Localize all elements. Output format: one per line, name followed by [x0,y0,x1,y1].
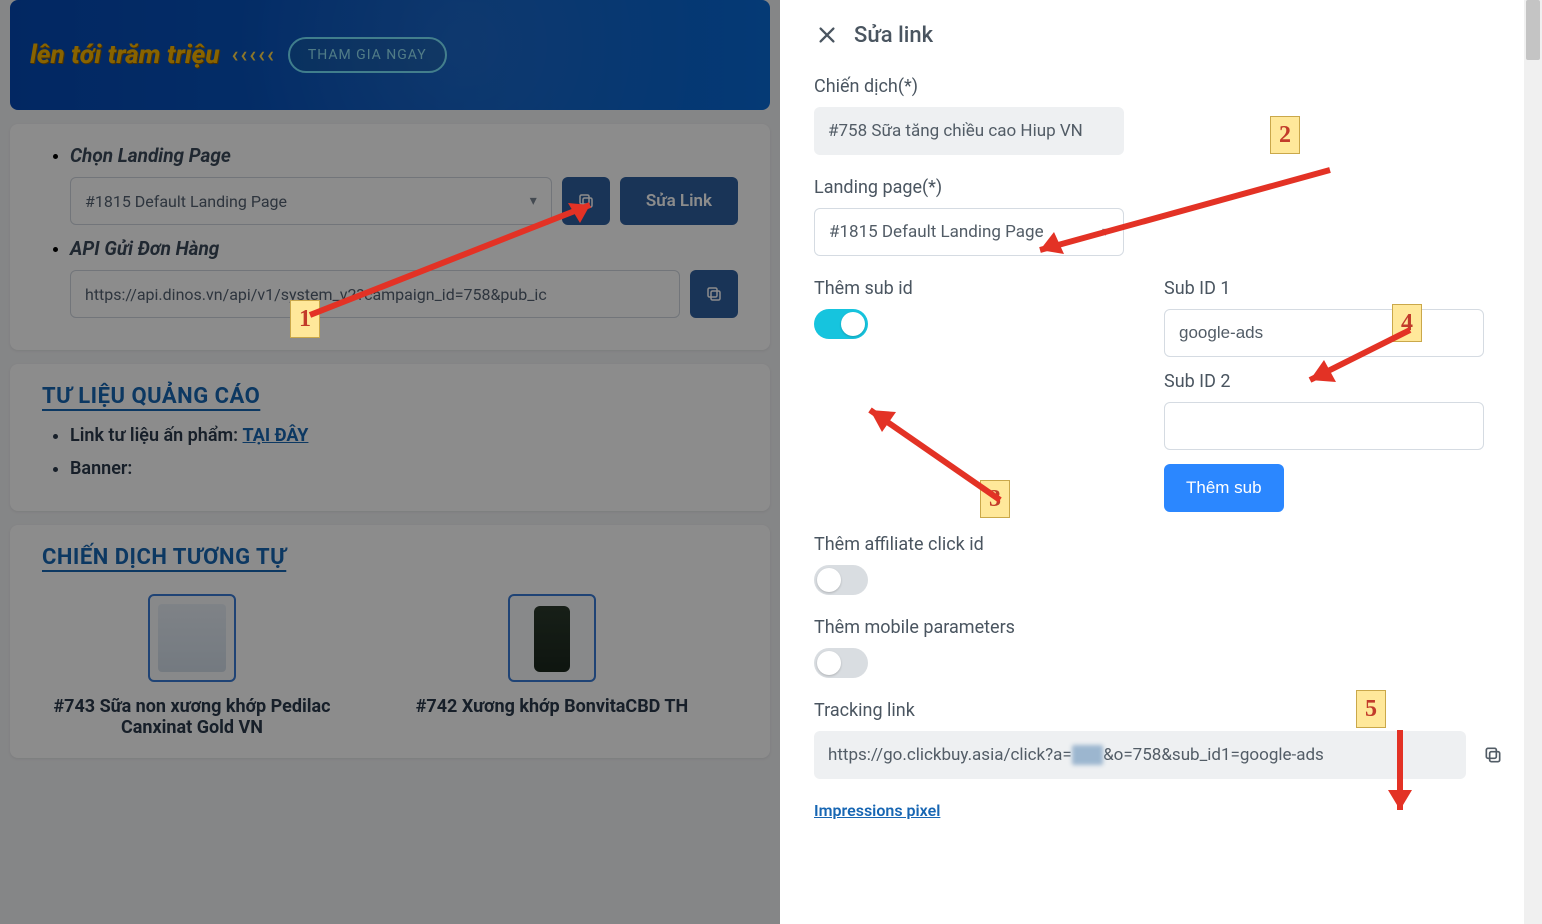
campaign-value: #758 Sữa tăng chiều cao Hiup VN [828,121,1083,141]
edit-link-label: Sửa Link [646,191,712,211]
ads-section-title: TƯ LIỆU QUẢNG CÁO [42,384,738,409]
link-config-card: Chọn Landing Page #1815 Default Landing … [10,124,770,350]
api-url-field[interactable]: https://api.dinos.vn/api/v1/system_v2?ca… [70,270,680,318]
api-url-value: https://api.dinos.vn/api/v1/system_v2?ca… [85,285,547,304]
campaign-readonly-field: #758 Sữa tăng chiều cao Hiup VN [814,107,1124,155]
drawer-landing-value: #1815 Default Landing Page [829,222,1044,242]
add-sub-label: Thêm sub [1186,478,1262,497]
banner-headline: lên tới trăm triệu [30,40,220,70]
copy-tracking-button[interactable] [1478,740,1508,770]
mobile-toggle-label: Thêm mobile parameters [814,617,1508,638]
subid-toggle-label: Thêm sub id [814,278,1124,299]
landing-page-value: #1815 Default Landing Page [85,192,287,211]
tracking-link-pre: https://go.clickbuy.asia/click?a= [828,745,1072,765]
banner-cta-button[interactable]: THAM GIA NGAY [288,37,447,73]
similar-campaigns-card: CHIẾN DỊCH TƯƠNG TỰ #743 Sữa non xương k… [10,525,770,758]
tracking-link-label: Tracking link [814,700,1508,721]
copy-icon [705,285,723,303]
copy-api-button[interactable] [690,270,738,318]
copy-landing-button[interactable] [562,177,610,225]
promo-banner: lên tới trăm triệu ‹‹‹‹‹ THAM GIA NGAY [10,0,770,110]
campaign-thumbnail [148,594,236,682]
page-scrollbar[interactable] [1524,0,1542,924]
campaign-title: #743 Sữa non xương khớp Pedilac Canxinat… [42,696,342,738]
copy-icon [1483,745,1503,765]
ads-link-item: Link tư liệu ấn phẩm: TẠI ĐÂY [70,425,738,446]
landing-page-label: Chọn Landing Page [70,144,738,167]
close-icon [816,24,838,46]
add-sub-button[interactable]: Thêm sub [1164,464,1284,512]
campaign-thumbnail [508,594,596,682]
edit-link-drawer: Sửa link Chiến dịch(*) #758 Sữa tăng chi… [780,0,1542,924]
impressions-pixel-link[interactable]: Impressions pixel [814,801,940,820]
ads-materials-card: TƯ LIỆU QUẢNG CÁO Link tư liệu ấn phẩm: … [10,364,770,511]
sub1-input[interactable] [1164,309,1484,357]
ads-download-link[interactable]: TẠI ĐÂY [243,425,309,446]
campaign-label: Chiến dịch(*) [814,76,1508,97]
mobile-toggle[interactable] [814,648,868,678]
drawer-title: Sửa link [854,23,933,48]
chevron-down-icon: ▾ [1102,224,1109,240]
ads-link-prefix: Link tư liệu ấn phẩm: [70,425,243,446]
similar-section-title: CHIẾN DỊCH TƯƠNG TỰ [42,545,738,570]
campaign-title: #742 Xương khớp BonvitaCBD TH [402,696,702,717]
similar-campaign-item[interactable]: #743 Sữa non xương khớp Pedilac Canxinat… [42,594,342,738]
close-drawer-button[interactable] [814,22,840,48]
sub1-label: Sub ID 1 [1164,278,1484,299]
sub2-label: Sub ID 2 [1164,371,1484,392]
clickid-toggle[interactable] [814,565,868,595]
copy-icon [577,192,595,210]
sub2-input[interactable] [1164,402,1484,450]
api-order-label: API Gửi Đơn Hàng [70,237,738,260]
drawer-landing-label: Landing page(*) [814,177,1508,198]
banner-item-label: Banner: [70,458,132,479]
banner-arrows-icon: ‹‹‹‹‹ [232,43,276,68]
tracking-link-field[interactable]: https://go.clickbuy.asia/click?a= xxx &o… [814,731,1466,779]
drawer-landing-select[interactable]: #1815 Default Landing Page ▾ [814,208,1124,256]
edit-link-button[interactable]: Sửa Link [620,177,738,225]
chevron-down-icon: ▾ [530,193,537,209]
similar-campaign-item[interactable]: #742 Xương khớp BonvitaCBD TH [402,594,702,738]
clickid-toggle-label: Thêm affiliate click id [814,534,1508,555]
landing-page-select[interactable]: #1815 Default Landing Page ▾ [70,177,552,225]
tracking-link-post: &o=758&sub_id1=google-ads [1103,745,1324,765]
tracking-link-redacted: xxx [1072,745,1103,765]
subid-toggle[interactable] [814,309,868,339]
